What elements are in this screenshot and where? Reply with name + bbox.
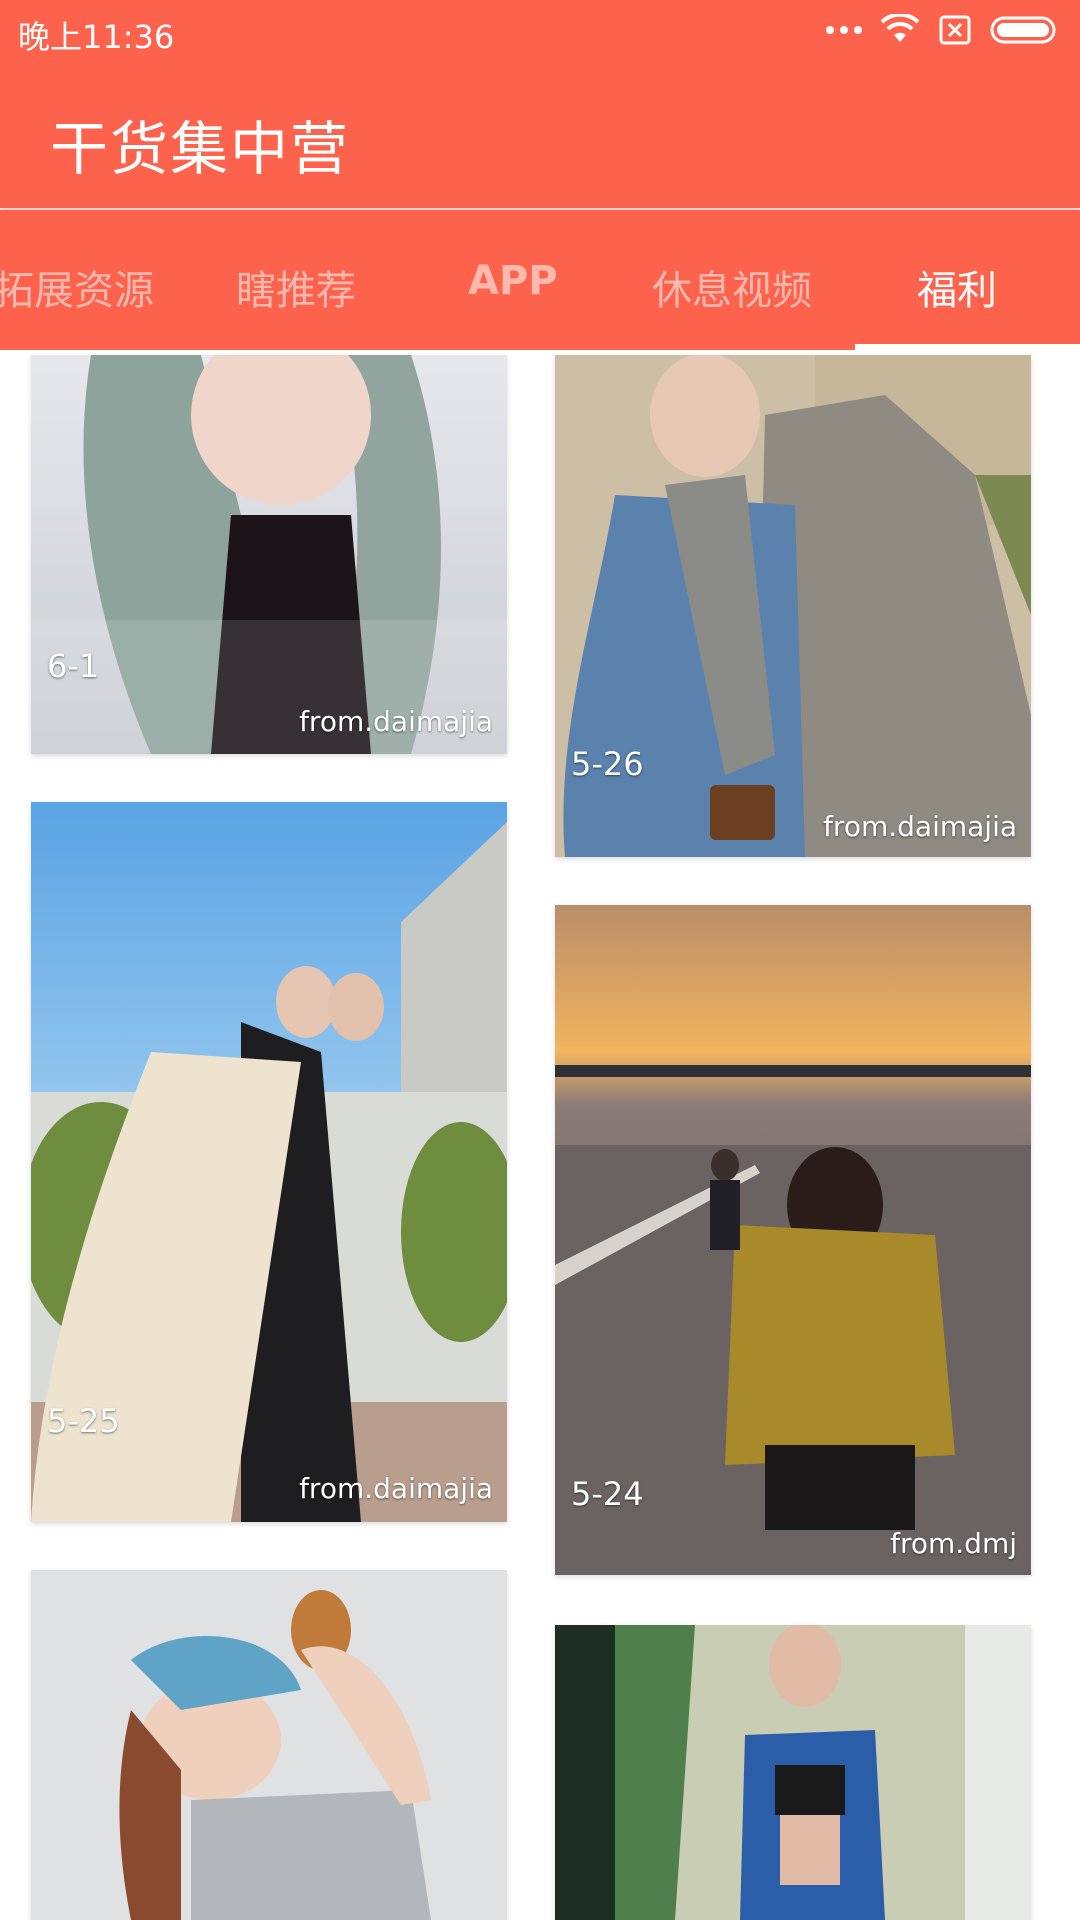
photo-source: from.dmj	[890, 1527, 1017, 1560]
app-bar: 干货集中营	[0, 62, 1080, 208]
photo-feed[interactable]: 6-1 from.daimajia 5-26 from.daimajia 5-2…	[0, 350, 1080, 1920]
more-dots-icon	[826, 26, 862, 34]
photo-image	[31, 1570, 507, 1920]
photo-card[interactable]: 5-26 from.daimajia	[555, 355, 1031, 857]
photo-card[interactable]	[31, 1570, 507, 1920]
tab-rest-videos[interactable]: 休息视频	[652, 258, 812, 314]
sim-card-icon	[939, 15, 971, 45]
tab-welfare[interactable]: 福利	[917, 258, 997, 314]
status-time: 晚上11:36	[18, 18, 175, 56]
tab-recommendations[interactable]: 瞎推荐	[236, 258, 356, 314]
photo-image	[31, 355, 507, 754]
photo-card[interactable]	[555, 1625, 1031, 1920]
photo-card[interactable]: 6-1 from.daimajia	[31, 355, 507, 754]
photo-source: from.daimajia	[299, 705, 493, 738]
photo-date: 5-24	[571, 1475, 644, 1513]
photo-card[interactable]: 5-25 from.daimajia	[31, 802, 507, 1522]
app-title: 干货集中营	[50, 115, 351, 183]
tab-app[interactable]: APP	[468, 258, 558, 308]
photo-card[interactable]: 5-24 from.dmj	[555, 905, 1031, 1575]
wifi-icon	[880, 14, 920, 42]
tab-extended-resources[interactable]: 拓展资源	[0, 258, 154, 314]
status-icons	[826, 12, 1060, 48]
battery-icon	[990, 16, 1056, 44]
photo-date: 5-26	[571, 745, 644, 783]
photo-image	[555, 1625, 1031, 1920]
photo-date: 5-25	[47, 1402, 120, 1440]
tab-bar: 拓展资源 瞎推荐 APP 休息视频 福利	[0, 210, 1080, 350]
photo-date: 6-1	[47, 647, 100, 685]
photo-source: from.daimajia	[299, 1472, 493, 1505]
status-bar: 晚上11:36	[0, 0, 1080, 62]
photo-source: from.daimajia	[823, 810, 1017, 843]
